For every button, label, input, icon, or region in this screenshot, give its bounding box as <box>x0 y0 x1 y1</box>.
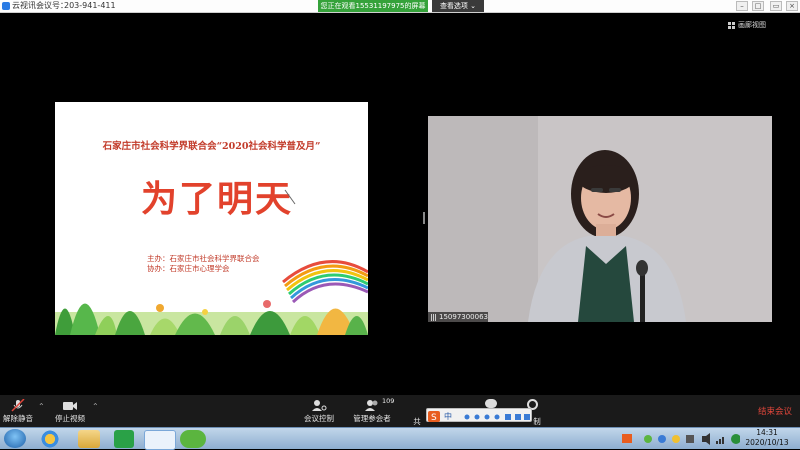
meeting-control-button[interactable]: 会议控制 <box>298 395 340 427</box>
meeting-id: 203-941-411 <box>64 1 116 10</box>
share-label: 共 <box>413 417 421 426</box>
view-options-label: 查看选项 <box>439 2 468 10</box>
close-icon[interactable]: × <box>786 1 798 11</box>
windows-taskbar <box>0 427 800 450</box>
share-button[interactable]: 共 <box>410 417 424 427</box>
svg-text:S: S <box>431 413 437 423</box>
grid-icon <box>728 21 735 29</box>
panel-splitter-handle[interactable] <box>423 212 425 224</box>
slide-decoration-illustration <box>55 260 368 335</box>
gallery-view-label: 画廊视图 <box>738 21 766 29</box>
app-name: 云视讯 <box>12 1 36 10</box>
person-settings-icon <box>312 400 327 411</box>
chat-icon[interactable] <box>485 399 497 408</box>
gallery-view-button[interactable]: 画廊视图 <box>728 18 778 32</box>
participant-video-feed <box>428 116 772 322</box>
ime-icons: S <box>428 411 530 423</box>
ime-toolbar[interactable]: S 中 <box>426 408 532 423</box>
unmute-button[interactable]: 解除静音 <box>0 395 36 427</box>
system-clock[interactable]: 14:31 2020/10/13 <box>742 428 792 448</box>
restore-icon[interactable]: ▭ <box>770 1 782 11</box>
folder-taskbar-icon[interactable] <box>78 430 100 448</box>
wechat-taskbar-icon[interactable] <box>180 430 206 448</box>
shared-screen-slide: 石家庄市社会科学界联合会“2020社会科学普及月” 为了明天 主办：石家庄市社会… <box>55 102 368 335</box>
viewing-screen-banner: 您正在观看15531197975的屏幕 <box>318 0 428 12</box>
manage-participants-label: 管理参会者 <box>353 414 391 423</box>
system-tray-icons <box>622 433 740 445</box>
start-button-icon[interactable] <box>4 429 26 448</box>
end-meeting-button[interactable]: 结束会议 <box>758 405 792 417</box>
app-logo-icon <box>2 2 10 10</box>
stop-video-label: 停止视频 <box>55 414 85 423</box>
slide-header: 石家庄市社会科学界联合会“2020社会科学普及月” <box>102 141 321 152</box>
participant-count-badge: 109 <box>382 397 395 405</box>
participants-icon <box>365 400 378 411</box>
maximize-icon[interactable]: □ <box>752 1 764 11</box>
unmute-label: 解除静音 <box>3 414 33 423</box>
stop-video-button[interactable]: 停止视频 <box>52 395 88 427</box>
cursor-mark-icon <box>284 189 296 205</box>
clock-date: 2020/10/13 <box>745 438 789 447</box>
participant-name: 15097300063 <box>439 313 488 321</box>
muted-mic-icon <box>11 399 25 412</box>
participant-video <box>428 116 772 322</box>
view-options-button[interactable]: 查看选项 ⌄ <box>432 0 484 12</box>
minimize-icon[interactable]: – <box>736 1 748 11</box>
audio-options-caret-icon[interactable]: ⌃ <box>38 402 45 411</box>
clock-time: 14:31 <box>756 428 778 437</box>
ime-lang-indicator: 中 <box>444 412 452 421</box>
meeting-control-label: 会议控制 <box>304 414 334 423</box>
meeting-app-taskbar-icon[interactable] <box>144 430 176 450</box>
signal-strength-icon <box>431 313 437 321</box>
meeting-toolbar: 解除静音 ⌃ 停止视频 ⌃ 会议控制 管理参会者 109 共 制 <box>0 395 800 427</box>
participant-name-label: 15097300063 <box>428 312 488 323</box>
browser-taskbar-icon[interactable] <box>36 430 64 448</box>
video-app-taskbar-icon[interactable] <box>114 430 134 448</box>
video-options-caret-icon[interactable]: ⌃ <box>92 402 99 411</box>
camera-icon <box>63 402 77 410</box>
chevron-down-icon: ⌄ <box>470 2 477 10</box>
window-title-bar: 云视讯 会议号： 203-941-411 您正在观看15531197975的屏幕… <box>0 0 800 13</box>
